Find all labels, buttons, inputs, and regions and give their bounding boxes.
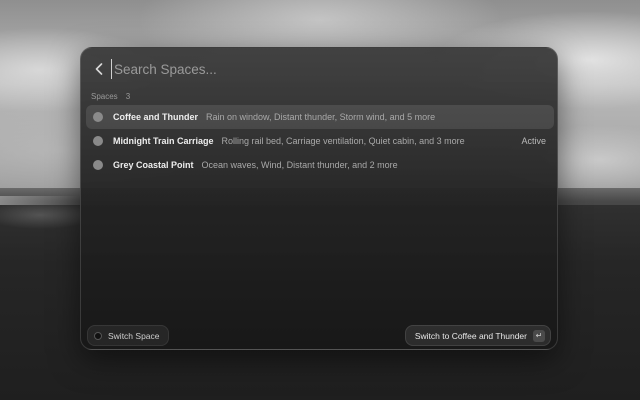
section-header: Spaces 3 — [91, 92, 130, 101]
space-description: Rain on window, Distant thunder, Storm w… — [206, 112, 436, 122]
switch-space-button[interactable]: Switch Space — [87, 325, 169, 346]
switch-space-label: Switch Space — [108, 330, 160, 341]
section-count: 3 — [125, 92, 131, 101]
space-dot-icon — [93, 112, 103, 122]
space-name: Coffee and Thunder — [113, 112, 198, 122]
chevron-left-icon[interactable] — [91, 60, 107, 78]
search-input[interactable] — [111, 59, 514, 79]
space-dot-icon — [93, 136, 103, 146]
space-description: Ocean waves, Wind, Distant thunder, and … — [201, 160, 398, 170]
space-dot-icon — [93, 160, 103, 170]
return-key-icon: ↵ — [533, 329, 545, 342]
switch-to-space-button[interactable]: Switch to Coffee and Thunder ↵ — [404, 325, 551, 346]
space-description: Rolling rail bed, Carriage ventilation, … — [221, 136, 465, 146]
space-toggle-icon — [94, 331, 102, 340]
space-name: Midnight Train Carriage — [113, 136, 214, 146]
list-item[interactable]: Coffee and Thunder Rain on window, Dista… — [86, 105, 554, 129]
spaces-palette: Spaces 3 Coffee and Thunder Rain on wind… — [80, 47, 558, 350]
switch-to-label: Switch to Coffee and Thunder — [414, 330, 527, 341]
list-item[interactable]: Grey Coastal Point Ocean waves, Wind, Di… — [86, 153, 554, 177]
section-title: Spaces — [91, 92, 118, 101]
space-status: Active — [521, 136, 546, 146]
list-item[interactable]: Midnight Train Carriage Rolling rail bed… — [86, 129, 554, 153]
space-name: Grey Coastal Point — [113, 160, 194, 170]
spaces-list: Coffee and Thunder Rain on window, Dista… — [86, 105, 554, 177]
